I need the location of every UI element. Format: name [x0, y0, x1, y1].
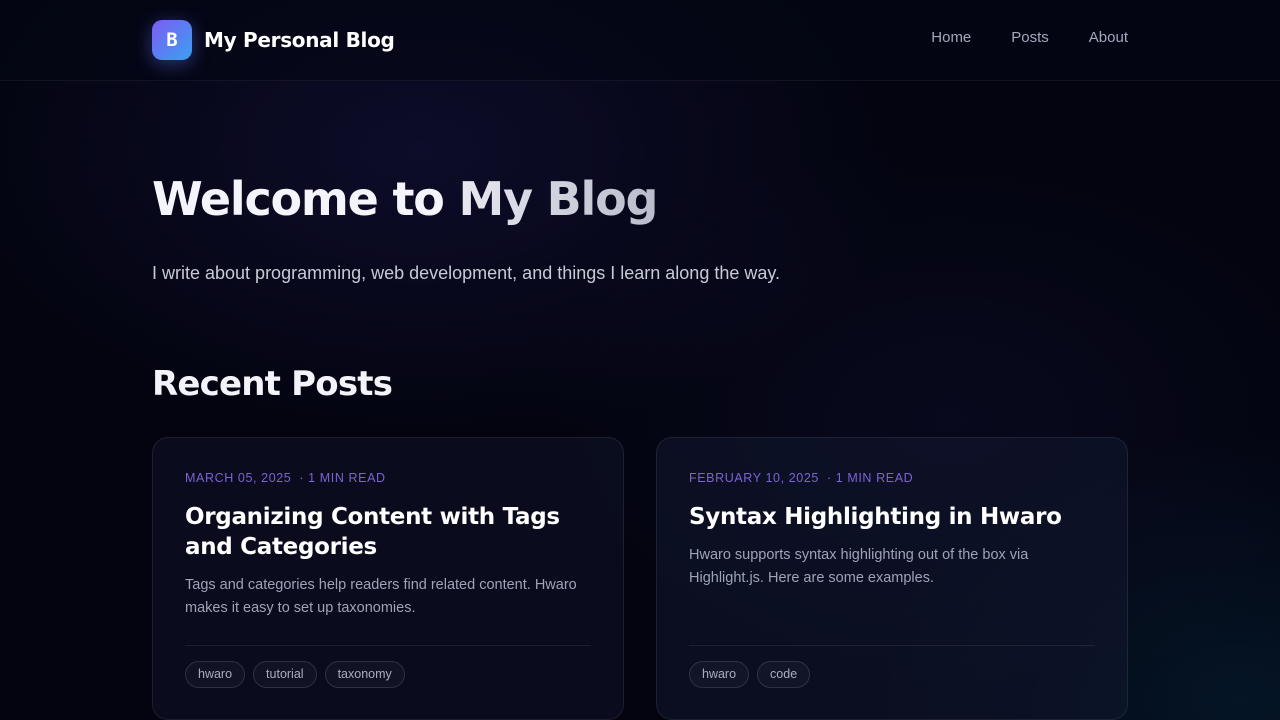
tag-link[interactable]: hwaro	[689, 661, 750, 688]
card-divider	[185, 645, 591, 646]
post-tags: hwaro code	[689, 661, 811, 688]
recent-posts-heading: Recent Posts	[152, 364, 393, 404]
post-tags: hwaro tutorial taxonomy	[185, 661, 405, 688]
tag-link[interactable]: taxonomy	[324, 661, 405, 688]
card-divider	[689, 645, 1095, 646]
nav-home-link[interactable]: Home	[931, 29, 971, 46]
hero-title-part1: Welcome to	[152, 172, 459, 226]
post-card[interactable]: FEBRUARY 10, 2025 · 1 MIN READ Syntax High…	[656, 437, 1128, 720]
post-read-time: 1 MIN READ	[308, 471, 386, 485]
nav-posts-link[interactable]: Posts	[1011, 29, 1049, 46]
meta-separator: ·	[826, 471, 832, 485]
brand-home-link[interactable]: B My Personal Blog	[152, 20, 395, 60]
tag-link[interactable]: code	[757, 661, 811, 688]
post-excerpt: Tags and categories help readers find re…	[185, 577, 577, 616]
post-card[interactable]: MARCH 05, 2025 · 1 MIN READ Organizing Con…	[152, 437, 624, 720]
post-title[interactable]: Organizing Content with Tags and Categor…	[185, 502, 595, 562]
post-title[interactable]: Syntax Highlighting in Hwaro	[689, 502, 1099, 532]
site-title: My Personal Blog	[204, 28, 395, 52]
meta-separator: ·	[299, 471, 305, 485]
blog-logo-icon: B	[152, 20, 192, 60]
tag-link[interactable]: tutorial	[253, 661, 317, 688]
post-meta: FEBRUARY 10, 2025 · 1 MIN READ	[689, 471, 913, 485]
site-header: B My Personal Blog Home Posts About	[0, 0, 1280, 81]
tag-link[interactable]: hwaro	[185, 661, 246, 688]
post-read-time: 1 MIN READ	[835, 471, 914, 485]
post-date: FEBRUARY 10, 2025	[689, 471, 819, 485]
hero-title: Welcome to My Blog	[152, 172, 659, 226]
main-nav: Home Posts About	[931, 29, 1128, 46]
post-meta: MARCH 05, 2025 · 1 MIN READ	[185, 471, 386, 485]
post-excerpt: Hwaro supports syntax highlighting out o…	[689, 547, 1029, 586]
post-date: MARCH 05, 2025	[185, 471, 292, 485]
nav-about-link[interactable]: About	[1089, 29, 1128, 46]
hero-title-part2: My Blog	[458, 172, 659, 226]
hero-subtitle: I write about programming, web developme…	[152, 263, 781, 283]
